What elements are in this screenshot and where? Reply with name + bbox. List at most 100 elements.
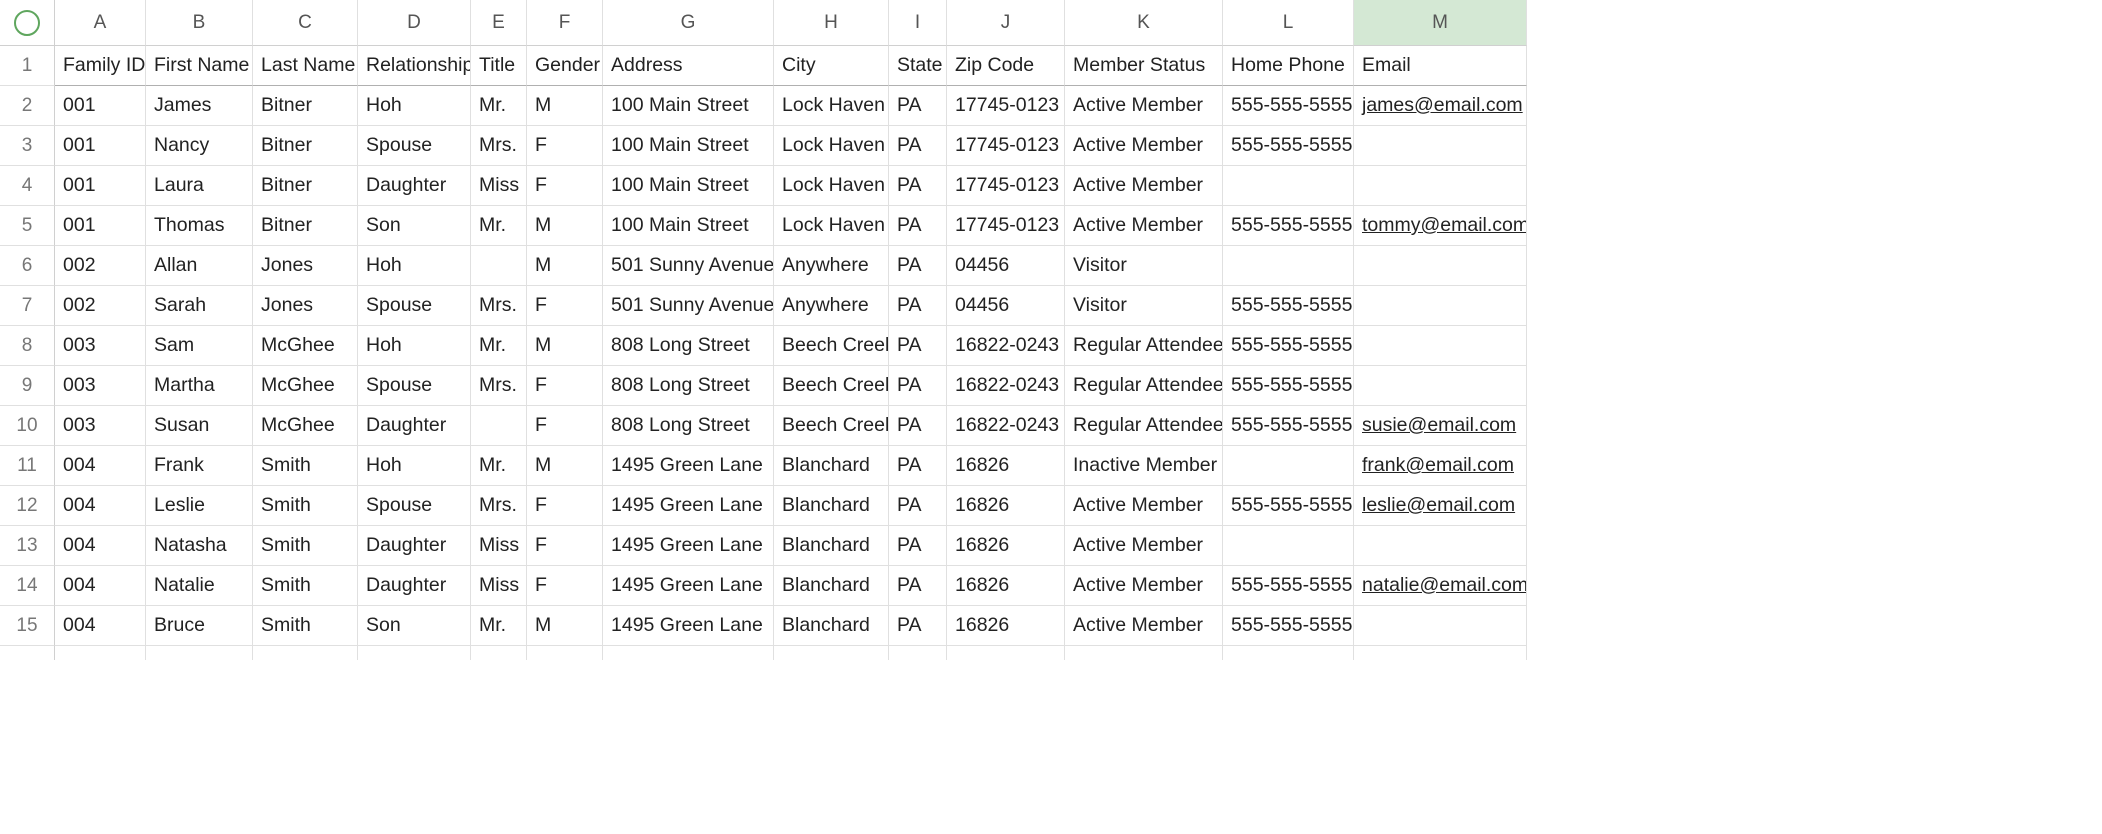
- data-cell[interactable]: frank@email.com: [1354, 446, 1527, 486]
- data-cell[interactable]: 808 Long Street: [603, 366, 774, 406]
- data-cell[interactable]: Mrs.: [471, 486, 527, 526]
- data-cell-empty[interactable]: [146, 646, 253, 660]
- data-cell[interactable]: 17745-0123: [947, 86, 1065, 126]
- email-link[interactable]: frank@email.com: [1362, 454, 1514, 477]
- data-cell[interactable]: Active Member: [1065, 566, 1223, 606]
- data-cell[interactable]: 555-555-5555: [1223, 606, 1354, 646]
- header-cell[interactable]: Address: [603, 46, 774, 86]
- column-header-m[interactable]: M: [1354, 0, 1527, 46]
- header-cell[interactable]: First Name: [146, 46, 253, 86]
- data-cell-empty[interactable]: [527, 646, 603, 660]
- row-header-8[interactable]: 8: [0, 326, 55, 366]
- row-header-15[interactable]: 15: [0, 606, 55, 646]
- column-header-j[interactable]: J: [947, 0, 1065, 46]
- data-cell[interactable]: 16826: [947, 566, 1065, 606]
- column-header-e[interactable]: E: [471, 0, 527, 46]
- data-cell[interactable]: Active Member: [1065, 486, 1223, 526]
- data-cell[interactable]: Laura: [146, 166, 253, 206]
- data-cell[interactable]: Mr.: [471, 326, 527, 366]
- email-link[interactable]: tommy@email.com: [1362, 214, 1527, 237]
- data-cell[interactable]: 004: [55, 606, 146, 646]
- data-cell[interactable]: F: [527, 126, 603, 166]
- data-cell[interactable]: Susan: [146, 406, 253, 446]
- column-header-a[interactable]: A: [55, 0, 146, 46]
- email-link[interactable]: leslie@email.com: [1362, 494, 1515, 517]
- data-cell[interactable]: 001: [55, 86, 146, 126]
- header-cell[interactable]: Family ID: [55, 46, 146, 86]
- data-cell[interactable]: Hoh: [358, 326, 471, 366]
- data-cell[interactable]: 555-555-5555: [1223, 366, 1354, 406]
- data-cell[interactable]: F: [527, 566, 603, 606]
- data-cell[interactable]: Active Member: [1065, 126, 1223, 166]
- row-header-11[interactable]: 11: [0, 446, 55, 486]
- data-cell[interactable]: [1223, 246, 1354, 286]
- data-cell[interactable]: Smith: [253, 566, 358, 606]
- header-cell[interactable]: Member Status: [1065, 46, 1223, 86]
- data-cell[interactable]: 1495 Green Lane: [603, 566, 774, 606]
- data-cell[interactable]: Hoh: [358, 86, 471, 126]
- data-cell[interactable]: Lock Haven: [774, 126, 889, 166]
- data-cell[interactable]: Mr.: [471, 86, 527, 126]
- data-cell[interactable]: Son: [358, 206, 471, 246]
- data-cell[interactable]: Anywhere: [774, 246, 889, 286]
- data-cell[interactable]: 1495 Green Lane: [603, 526, 774, 566]
- data-cell[interactable]: 100 Main Street: [603, 166, 774, 206]
- data-cell[interactable]: [1354, 326, 1527, 366]
- row-header-empty[interactable]: [0, 646, 55, 660]
- data-cell[interactable]: [1354, 606, 1527, 646]
- data-cell[interactable]: Anywhere: [774, 286, 889, 326]
- header-cell[interactable]: Relationship: [358, 46, 471, 86]
- data-cell[interactable]: 002: [55, 286, 146, 326]
- data-cell[interactable]: 555-555-5555: [1223, 406, 1354, 446]
- data-cell[interactable]: Visitor: [1065, 286, 1223, 326]
- row-header-9[interactable]: 9: [0, 366, 55, 406]
- data-cell[interactable]: Active Member: [1065, 166, 1223, 206]
- data-cell[interactable]: 100 Main Street: [603, 126, 774, 166]
- data-cell[interactable]: Regular Attendee: [1065, 366, 1223, 406]
- data-cell[interactable]: F: [527, 526, 603, 566]
- header-cell[interactable]: Title: [471, 46, 527, 86]
- data-cell[interactable]: Bitner: [253, 126, 358, 166]
- data-cell[interactable]: Hoh: [358, 246, 471, 286]
- header-cell[interactable]: Home Phone: [1223, 46, 1354, 86]
- data-cell[interactable]: PA: [889, 126, 947, 166]
- data-cell[interactable]: Lock Haven: [774, 86, 889, 126]
- data-cell[interactable]: Frank: [146, 446, 253, 486]
- data-cell[interactable]: Smith: [253, 446, 358, 486]
- data-cell[interactable]: F: [527, 366, 603, 406]
- spreadsheet-grid[interactable]: ABCDEFGHIJKLM1Family IDFirst NameLast Na…: [0, 0, 2102, 660]
- data-cell[interactable]: 001: [55, 126, 146, 166]
- data-cell[interactable]: 003: [55, 366, 146, 406]
- data-cell[interactable]: 04456: [947, 286, 1065, 326]
- data-cell[interactable]: Mr.: [471, 206, 527, 246]
- data-cell[interactable]: M: [527, 326, 603, 366]
- data-cell[interactable]: M: [527, 86, 603, 126]
- data-cell[interactable]: Bitner: [253, 86, 358, 126]
- row-header-1[interactable]: 1: [0, 46, 55, 86]
- data-cell[interactable]: 555-555-5555: [1223, 486, 1354, 526]
- data-cell[interactable]: 004: [55, 446, 146, 486]
- data-cell[interactable]: M: [527, 446, 603, 486]
- data-cell-empty[interactable]: [1065, 646, 1223, 660]
- data-cell-empty[interactable]: [1354, 646, 1527, 660]
- data-cell-empty[interactable]: [947, 646, 1065, 660]
- data-cell-empty[interactable]: [774, 646, 889, 660]
- header-cell[interactable]: Email: [1354, 46, 1527, 86]
- data-cell[interactable]: 555-555-5555: [1223, 86, 1354, 126]
- column-header-k[interactable]: K: [1065, 0, 1223, 46]
- column-header-b[interactable]: B: [146, 0, 253, 46]
- data-cell[interactable]: Beech Creek: [774, 326, 889, 366]
- data-cell[interactable]: M: [527, 246, 603, 286]
- data-cell[interactable]: 555-555-5555: [1223, 286, 1354, 326]
- data-cell[interactable]: McGhee: [253, 326, 358, 366]
- data-cell[interactable]: 16822-0243: [947, 326, 1065, 366]
- data-cell-empty[interactable]: [1223, 646, 1354, 660]
- data-cell[interactable]: 808 Long Street: [603, 406, 774, 446]
- data-cell[interactable]: Jones: [253, 286, 358, 326]
- data-cell[interactable]: Spouse: [358, 286, 471, 326]
- data-cell[interactable]: susie@email.com: [1354, 406, 1527, 446]
- data-cell[interactable]: Miss: [471, 526, 527, 566]
- data-cell[interactable]: 501 Sunny Avenue: [603, 246, 774, 286]
- data-cell[interactable]: F: [527, 486, 603, 526]
- data-cell[interactable]: Blanchard: [774, 566, 889, 606]
